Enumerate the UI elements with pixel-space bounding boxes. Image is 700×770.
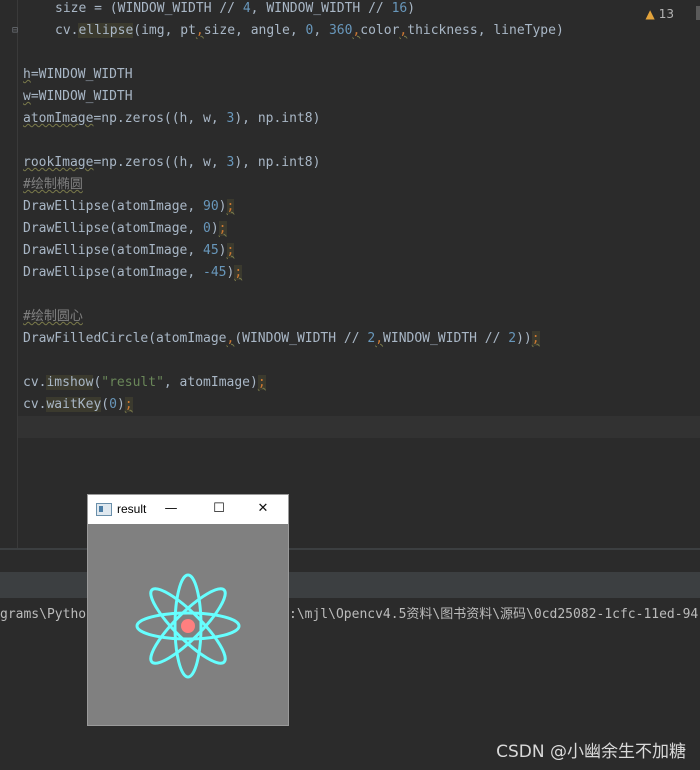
window-title-bar[interactable]: result — ☐ ✕ xyxy=(88,495,288,524)
opencv-result-window[interactable]: result — ☐ ✕ xyxy=(88,495,288,725)
window-app-icon xyxy=(96,503,112,516)
window-title: result xyxy=(117,502,147,516)
warning-icon: ▲ xyxy=(645,7,655,21)
maximize-button[interactable]: ☐ xyxy=(202,497,236,521)
code-line[interactable]: w=WINDOW_WIDTH xyxy=(23,86,133,108)
code-line[interactable]: cv.imshow("result", atomImage); xyxy=(23,372,266,394)
code-line[interactable]: DrawEllipse(atomImage, 0); xyxy=(23,218,227,240)
console-path-right: :\mjl\Opencv4.5资料\图书资料\源码\0cd25082-1cfc-… xyxy=(289,607,699,622)
code-line[interactable]: rookImage=np.zeros((h, w, 3), np.int8) xyxy=(23,152,320,174)
code-comment[interactable]: #绘制椭圆 xyxy=(23,174,83,196)
result-image xyxy=(88,524,288,725)
code-comment[interactable]: #绘制圆心 xyxy=(23,306,83,328)
code-line[interactable]: size = (WINDOW_WIDTH // 4, WINDOW_WIDTH … xyxy=(55,0,415,20)
code-line[interactable]: cv.ellipse(img, pt,size, angle, 0, 360,c… xyxy=(55,20,564,42)
gutter-divider xyxy=(17,0,18,548)
scrollbar-marker[interactable] xyxy=(696,6,700,20)
code-editor[interactable]: ⊟ ▲ 13 size = (WINDOW_WIDTH // 4, WINDOW_… xyxy=(0,0,700,548)
fold-marker-icon[interactable]: ⊟ xyxy=(12,25,21,36)
atom-drawing xyxy=(88,524,288,725)
watermark: CSDN @小幽余生不加糖 xyxy=(496,742,686,762)
warnings-indicator[interactable]: ▲ 13 xyxy=(645,7,674,21)
code-line[interactable]: cv.waitKey(0); xyxy=(23,394,133,416)
code-line[interactable]: atomImage=np.zeros((h, w, 3), np.int8) xyxy=(23,108,320,130)
code-line[interactable]: h=WINDOW_WIDTH xyxy=(23,64,133,86)
console-path-left: grams\Pytho xyxy=(0,607,87,622)
code-line[interactable]: DrawEllipse(atomImage, -45); xyxy=(23,262,243,284)
close-button[interactable]: ✕ xyxy=(246,497,280,521)
center-circle xyxy=(181,619,195,633)
minimize-button[interactable]: — xyxy=(154,497,188,521)
code-line[interactable]: DrawEllipse(atomImage, 45); xyxy=(23,240,235,262)
code-line[interactable]: DrawEllipse(atomImage, 90); xyxy=(23,196,235,218)
code-line[interactable]: DrawFilledCircle(atomImage,(WINDOW_WIDTH… xyxy=(23,328,540,350)
current-line-highlight xyxy=(18,416,700,438)
